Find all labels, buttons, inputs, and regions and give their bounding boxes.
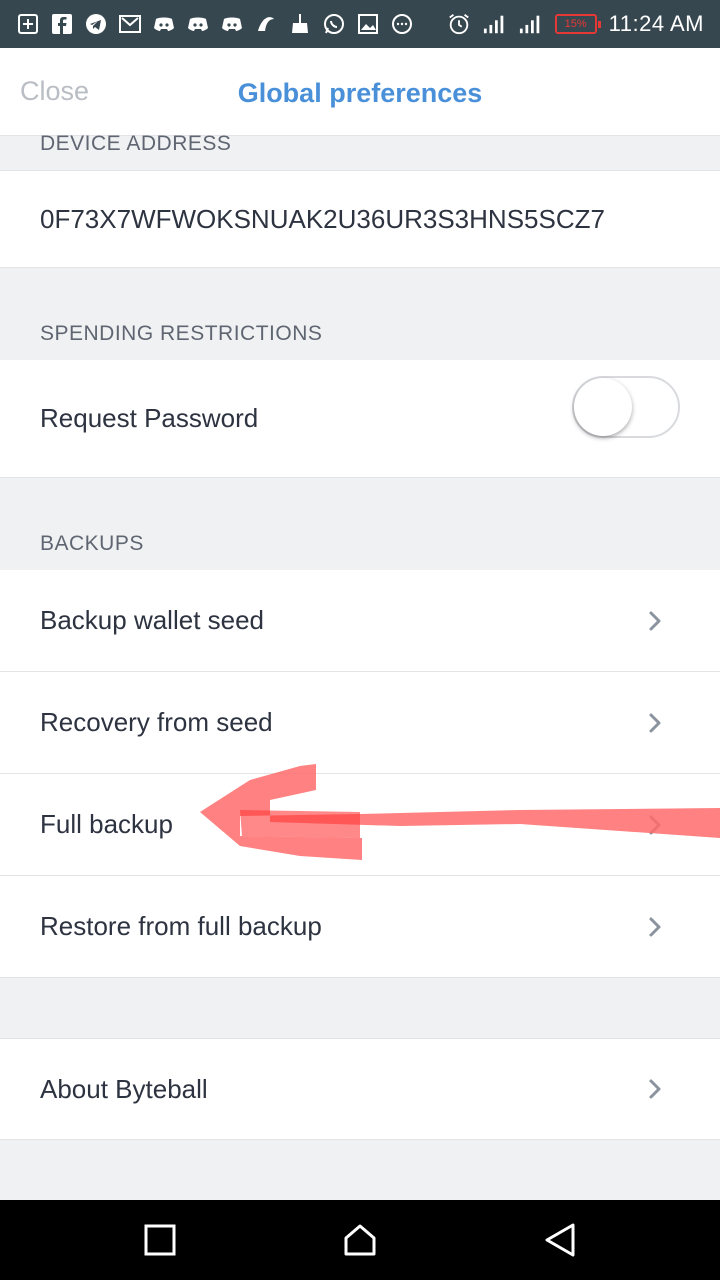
full-backup-row[interactable]: Full backup [0, 774, 720, 876]
page-title: Global preferences [237, 78, 483, 108]
telegram-icon [84, 12, 108, 36]
top-bar: Close Global preferences [0, 48, 720, 136]
request-password-row: Request Password [0, 360, 720, 478]
recovery-from-seed-row[interactable]: Recovery from seed [0, 672, 720, 774]
request-password-label: Request Password [40, 403, 259, 433]
status-bar: 15% 11:24 AM [0, 0, 720, 48]
chat-icon [390, 12, 414, 36]
back-icon[interactable] [538, 1218, 582, 1262]
navigation-bar [0, 1200, 720, 1280]
section-label-device-address: DEVICE ADDRESS [40, 132, 232, 155]
battery-icon: 15% [554, 14, 601, 34]
broom-icon [288, 12, 312, 36]
recovery-from-seed-label: Recovery from seed [40, 707, 273, 737]
discord-icon [220, 12, 244, 36]
recent-apps-icon[interactable] [138, 1218, 182, 1262]
image-icon [356, 12, 380, 36]
alarm-icon [447, 12, 471, 36]
mail-icon [118, 12, 142, 36]
chevron-right-icon [648, 610, 664, 632]
toggle-knob [574, 378, 632, 436]
battery-level: 15% [564, 17, 587, 30]
plus-square-icon [16, 12, 40, 36]
whatsapp-icon [322, 12, 346, 36]
notification-icons [16, 12, 414, 36]
about-byteball-row[interactable]: About Byteball [0, 1038, 720, 1140]
discord-icon [152, 12, 176, 36]
signal-icon [483, 12, 507, 36]
home-icon[interactable] [338, 1218, 382, 1262]
about-byteball-label: About Byteball [40, 1073, 208, 1104]
request-password-toggle[interactable] [572, 376, 680, 438]
backup-wallet-seed-row[interactable]: Backup wallet seed [0, 570, 720, 672]
facebook-icon [50, 12, 74, 36]
device-address-value: 0F73X7WFWOKSNUAK2U36UR3S3HNS5SCZ7 [40, 203, 605, 234]
section-label-spending-restrictions: SPENDING RESTRICTIONS [40, 322, 323, 345]
restore-from-full-backup-label: Restore from full backup [40, 911, 322, 941]
signal-hplus-icon [519, 12, 543, 36]
chevron-right-icon [648, 916, 664, 938]
section-label-backups: BACKUPS [40, 532, 144, 555]
full-backup-label: Full backup [40, 809, 173, 839]
chevron-right-icon [648, 814, 664, 836]
close-button[interactable]: Close [20, 76, 89, 107]
restore-from-full-backup-row[interactable]: Restore from full backup [0, 876, 720, 978]
backup-wallet-seed-label: Backup wallet seed [40, 605, 265, 635]
app-icon [254, 12, 278, 36]
discord-icon [186, 12, 210, 36]
chevron-right-icon [648, 712, 664, 734]
chevron-right-icon [648, 1078, 664, 1100]
device-address-row[interactable]: 0F73X7WFWOKSNUAK2U36UR3S3HNS5SCZ7 [0, 170, 720, 268]
status-time: 11:24 AM [608, 11, 704, 36]
